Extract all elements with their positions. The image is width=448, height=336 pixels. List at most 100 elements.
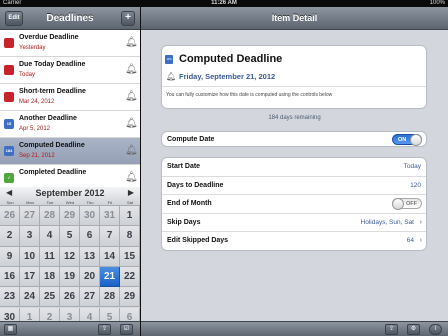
edit-skipped-days-row[interactable]: Edit Skipped Days 64 ›: [162, 232, 426, 250]
skip-days-row[interactable]: Skip Days Holidays, Sun, Sat ›: [162, 214, 426, 232]
toggle-state-label: ON: [398, 137, 407, 143]
calendar-day[interactable]: 22: [120, 266, 140, 288]
calendar-day[interactable]: 4: [40, 226, 60, 247]
item-header-card: 184 Computed Deadline 🔔︎ Friday, Septemb…: [161, 45, 427, 109]
compute-date-toggle[interactable]: ON: [392, 134, 422, 146]
checklist-icon[interactable]: ☑: [120, 324, 133, 335]
calendar-day[interactable]: 29: [120, 287, 140, 308]
calendar-month-label: September 2012: [35, 188, 105, 198]
gear-icon[interactable]: ⚙: [407, 324, 420, 335]
deadline-row[interactable]: Short-term Deadline Mar 24, 2012 🔔︎: [0, 84, 140, 111]
calendar-day[interactable]: 6: [80, 226, 100, 247]
days-to-deadline-label: Days to Deadline: [167, 181, 224, 189]
weekday-label: Thu: [86, 200, 94, 205]
calendar-day[interactable]: 5: [60, 226, 80, 247]
calendar-day[interactable]: 13: [80, 246, 100, 267]
bell-icon[interactable]: 🔔︎: [125, 91, 138, 103]
deadline-title: Overdue Deadline: [19, 34, 79, 41]
bell-icon[interactable]: 🔔︎: [125, 172, 138, 184]
chevron-right-icon: ›: [419, 237, 422, 244]
calendar-day[interactable]: 3: [20, 226, 40, 247]
toggle-knob: [392, 198, 404, 210]
deadline-title: Computed Deadline: [19, 142, 85, 149]
calendar-badge-icon: 184: [165, 55, 173, 64]
item-date: Friday, September 21, 2012: [179, 72, 276, 81]
calendar-day[interactable]: 30: [80, 206, 100, 227]
calendar-day[interactable]: 26: [60, 287, 80, 308]
bell-icon[interactable]: 🔔︎: [125, 145, 138, 157]
calendar-day[interactable]: 17: [20, 266, 40, 288]
deadlines-navbar: Deadlines Edit +: [0, 7, 140, 30]
skip-days-value: Holidays, Sun, Sat: [360, 218, 414, 226]
deadline-type-icon: ✓: [4, 173, 14, 183]
calendar-icon[interactable]: ▦: [4, 324, 17, 335]
start-date-row[interactable]: Start Date Today: [162, 158, 426, 177]
deadline-row[interactable]: 15 Another Deadline Apr 5, 2012 🔔︎: [0, 111, 140, 138]
deadline-row[interactable]: Overdue Deadline Yesterday 🔔︎: [0, 30, 140, 57]
calendar-day[interactable]: 7: [100, 226, 120, 247]
chevron-right-icon: ›: [419, 218, 422, 226]
calendar-day[interactable]: 12: [60, 246, 80, 267]
weekday-label: Sun: [6, 200, 14, 205]
calendar-day[interactable]: 23: [0, 287, 20, 308]
edit-button[interactable]: Edit: [5, 11, 23, 26]
calendar-day[interactable]: 27: [80, 287, 100, 308]
start-date-label: Start Date: [167, 163, 201, 170]
left-toolbar: ▦ ⇪ ☑: [0, 321, 140, 336]
end-of-month-row: End of Month OFF: [162, 195, 426, 214]
calendar-day[interactable]: 31: [100, 206, 120, 227]
calendar-header: ◀ September 2012 ▶ Sun Mon Tue Wed Thu Fri Sat: [0, 187, 140, 206]
calendar-day[interactable]: 1: [120, 206, 140, 227]
deadline-title: Completed Deadline: [19, 169, 87, 176]
calendar-day[interactable]: 14: [100, 246, 120, 267]
calendar: ◀ September 2012 ▶ Sun Mon Tue Wed Thu Fri Sat…: [0, 187, 140, 328]
divider: [162, 86, 426, 87]
calendar-day[interactable]: 8: [120, 226, 140, 247]
end-of-month-toggle[interactable]: OFF: [392, 198, 422, 210]
status-bar: Carrier 11:26 AM 100%: [0, 0, 448, 7]
deadline-date: Today: [19, 72, 36, 78]
deadline-row[interactable]: Due Today Deadline Today 🔔︎: [0, 57, 140, 84]
item-title: Computed Deadline: [179, 53, 283, 65]
calendar-day[interactable]: 19: [60, 266, 80, 288]
calendar-day[interactable]: 26: [0, 206, 20, 227]
deadline-date: Apr 5, 2012: [19, 126, 51, 132]
add-deadline-button[interactable]: +: [121, 11, 135, 26]
calendar-day[interactable]: 20: [80, 266, 100, 288]
calendar-day[interactable]: 18: [40, 266, 60, 288]
detail-title: Item Detail: [271, 13, 318, 23]
calendar-day[interactable]: 29: [60, 206, 80, 227]
bell-icon[interactable]: 🔔︎: [125, 118, 138, 130]
calendar-day[interactable]: 2: [0, 226, 20, 247]
bell-icon[interactable]: 🔔︎: [125, 37, 138, 49]
calendar-day[interactable]: 27: [20, 206, 40, 227]
deadline-title: Due Today Deadline: [19, 61, 86, 68]
deadline-type-icon: [4, 38, 14, 48]
edit-skipped-days-label: Edit Skipped Days: [167, 237, 229, 244]
deadline-date: Sep 21, 2012: [19, 153, 55, 159]
deadline-title: Another Deadline: [19, 115, 77, 122]
calendar-day[interactable]: 15: [120, 246, 140, 267]
next-month-icon[interactable]: ▶: [128, 188, 134, 197]
calendar-day[interactable]: 28: [100, 287, 120, 308]
detail-navbar: Item Detail: [141, 7, 448, 30]
calendar-day[interactable]: 24: [20, 287, 40, 308]
info-icon[interactable]: i: [429, 324, 442, 335]
detail-toolbar: ⇪ ⚙ i: [141, 321, 448, 336]
bell-icon[interactable]: 🔔︎: [166, 72, 176, 81]
calendar-day[interactable]: 9: [0, 246, 20, 267]
calendar-day-selected[interactable]: 21: [100, 266, 120, 288]
deadline-row[interactable]: 184 Computed Deadline Sep 21, 2012 🔔︎: [0, 138, 140, 165]
deadline-settings-card: Start Date Today Days to Deadline 120 En…: [161, 157, 427, 251]
deadline-type-icon: [4, 65, 14, 75]
calendar-day[interactable]: 16: [0, 266, 20, 288]
calendar-day[interactable]: 28: [40, 206, 60, 227]
days-to-deadline-row[interactable]: Days to Deadline 120: [162, 177, 426, 195]
share-icon[interactable]: ⇪: [98, 324, 111, 335]
share-icon[interactable]: ⇪: [385, 324, 398, 335]
calendar-day[interactable]: 11: [40, 246, 60, 267]
battery-label: 100%: [429, 0, 445, 6]
bell-icon[interactable]: 🔔︎: [125, 64, 138, 76]
calendar-day[interactable]: 25: [40, 287, 60, 308]
calendar-day[interactable]: 10: [20, 246, 40, 267]
